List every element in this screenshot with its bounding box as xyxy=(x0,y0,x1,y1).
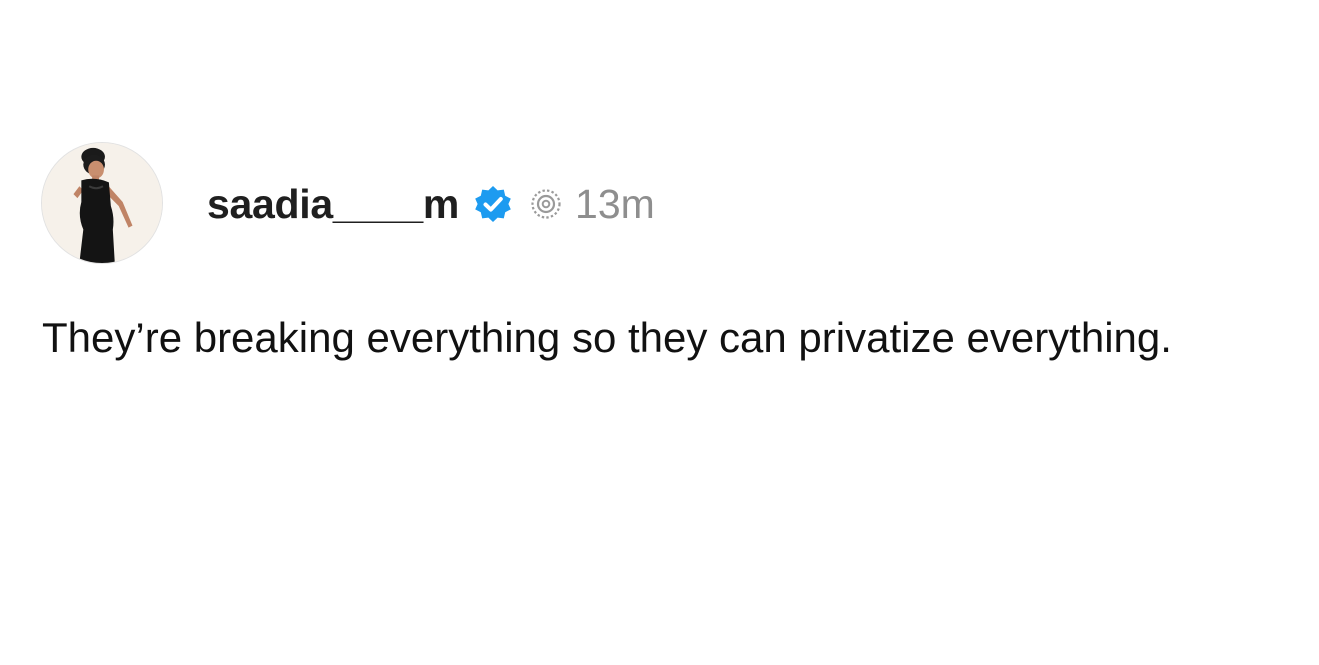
post-body-text: They’re breaking everything so they can … xyxy=(42,314,1172,361)
post-header: saadia____m 13m xyxy=(207,178,655,230)
post-timestamp: 13m xyxy=(575,180,655,227)
verified-badge-icon xyxy=(473,184,513,224)
thread-post: saadia____m 13m They’re breaking everyth… xyxy=(0,0,1319,665)
avatar[interactable] xyxy=(41,142,163,264)
username[interactable]: saadia____m xyxy=(207,181,459,228)
threads-logo-icon xyxy=(529,187,563,221)
avatar-photo xyxy=(42,143,162,263)
